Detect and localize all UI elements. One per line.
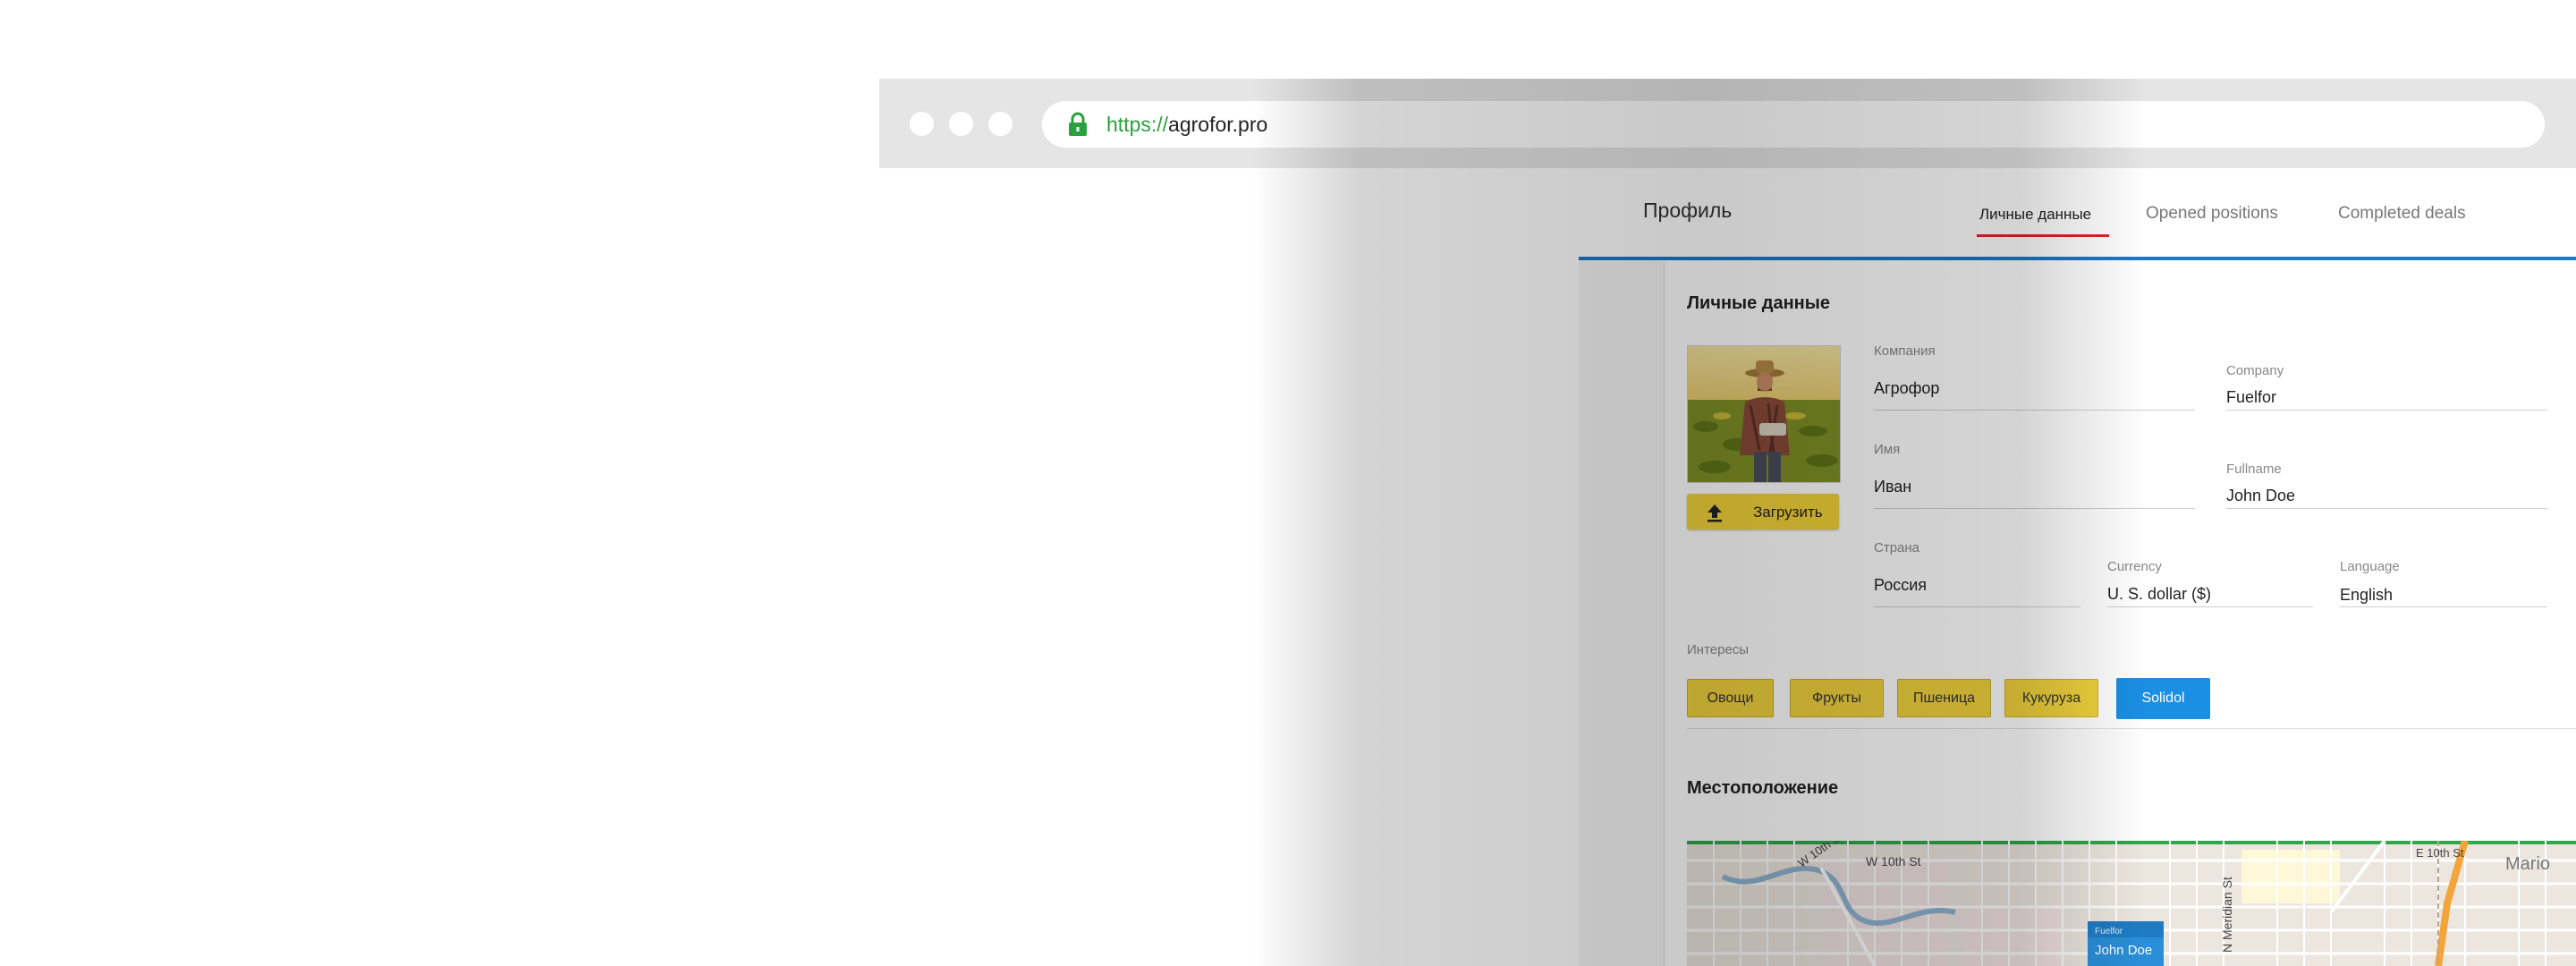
lock-icon [1069, 112, 1087, 136]
interest-chip-selected[interactable]: Solidol [2116, 678, 2210, 719]
tab-completed-deals[interactable]: Completed deals [2338, 204, 2466, 224]
fullname-value: John Doe [2226, 487, 2296, 504]
url-host: agrofor.pro [1168, 113, 1268, 136]
map-label: Mario [2505, 854, 2550, 874]
fullname-field[interactable]: Fullname John Doe [2226, 462, 2547, 509]
tab-personal-data[interactable]: Личные данные [1979, 206, 2091, 224]
map-popup-name: John Doe [2095, 943, 2152, 958]
header-divider [1579, 257, 2576, 260]
company-en-label: Company [2226, 363, 2284, 378]
name-ru-value: Иван [1874, 478, 1912, 496]
profile-app: Профиль Личные данные Opened positions C… [1579, 168, 2576, 966]
currency-field[interactable]: Currency U. S. dollar ($) [2107, 559, 2313, 607]
map-label: W 10th St [1866, 854, 1921, 869]
tab-opened-positions[interactable]: Opened positions [2146, 204, 2278, 224]
url-protocol: https:// [1106, 113, 1169, 136]
name-ru-label: Имя [1874, 442, 1901, 457]
interests-divider [1687, 728, 2576, 729]
interest-chip[interactable]: Пшеница [1897, 679, 1991, 717]
farmer-photo [1688, 346, 1840, 482]
map-label: N Meridian St [2220, 877, 2234, 953]
location-map[interactable]: W 10th St W 10th St N Meridian St E 10th… [1687, 841, 2576, 966]
interest-chip[interactable]: Кукуруза [2004, 679, 2098, 717]
upload-photo-button[interactable]: Загрузить [1687, 494, 1839, 530]
street-map: W 10th St W 10th St N Meridian St E 10th… [1687, 841, 2576, 966]
language-field[interactable]: Language English [2340, 559, 2547, 607]
window-maximize-button[interactable] [988, 112, 1013, 136]
upload-icon [1707, 504, 1722, 522]
interests-label: Интересы [1687, 642, 1750, 657]
country-label: Страна [1874, 540, 1920, 555]
company-en-field[interactable]: Company Fuelfor [2226, 363, 2547, 411]
name-ru-field[interactable]: Имя Иван [1874, 442, 2195, 509]
location-section-title: Местоположение [1687, 778, 1839, 798]
company-ru-field[interactable]: Компания Агрофор [1874, 343, 2195, 411]
map-popup-title: Fuelfor [2095, 927, 2123, 936]
interest-chip[interactable]: Фрукты [1790, 679, 1884, 717]
avatar [1687, 345, 1841, 483]
company-ru-label: Компания [1874, 343, 1936, 359]
upload-button-label: Загрузить [1753, 504, 1823, 521]
left-sidebar [1579, 261, 1665, 966]
url-text: https://agrofor.pro [1106, 112, 1267, 137]
active-tab-indicator [1977, 234, 2109, 237]
company-en-value: Fuelfor [2226, 388, 2277, 406]
language-label: Language [2340, 559, 2400, 574]
window-close-button[interactable] [910, 112, 934, 136]
personal-section-title: Личные данные [1687, 293, 1830, 313]
interest-chip[interactable]: Овощи [1687, 679, 1774, 717]
page-title: Профиль [1643, 199, 1733, 222]
currency-label: Currency [2107, 559, 2162, 574]
window-minimize-button[interactable] [949, 112, 973, 136]
map-label: E 10th St [2416, 846, 2464, 860]
fullname-label: Fullname [2226, 462, 2282, 477]
language-value: English [2340, 586, 2394, 604]
country-value: Россия [1874, 576, 1928, 594]
browser-toolbar: https://agrofor.pro [879, 79, 2576, 168]
country-field[interactable]: Страна Россия [1874, 540, 2080, 607]
currency-value: U. S. dollar ($) [2107, 585, 2212, 603]
company-ru-value: Агрофор [1874, 379, 1940, 397]
address-bar[interactable]: https://agrofor.pro [1042, 101, 2545, 148]
